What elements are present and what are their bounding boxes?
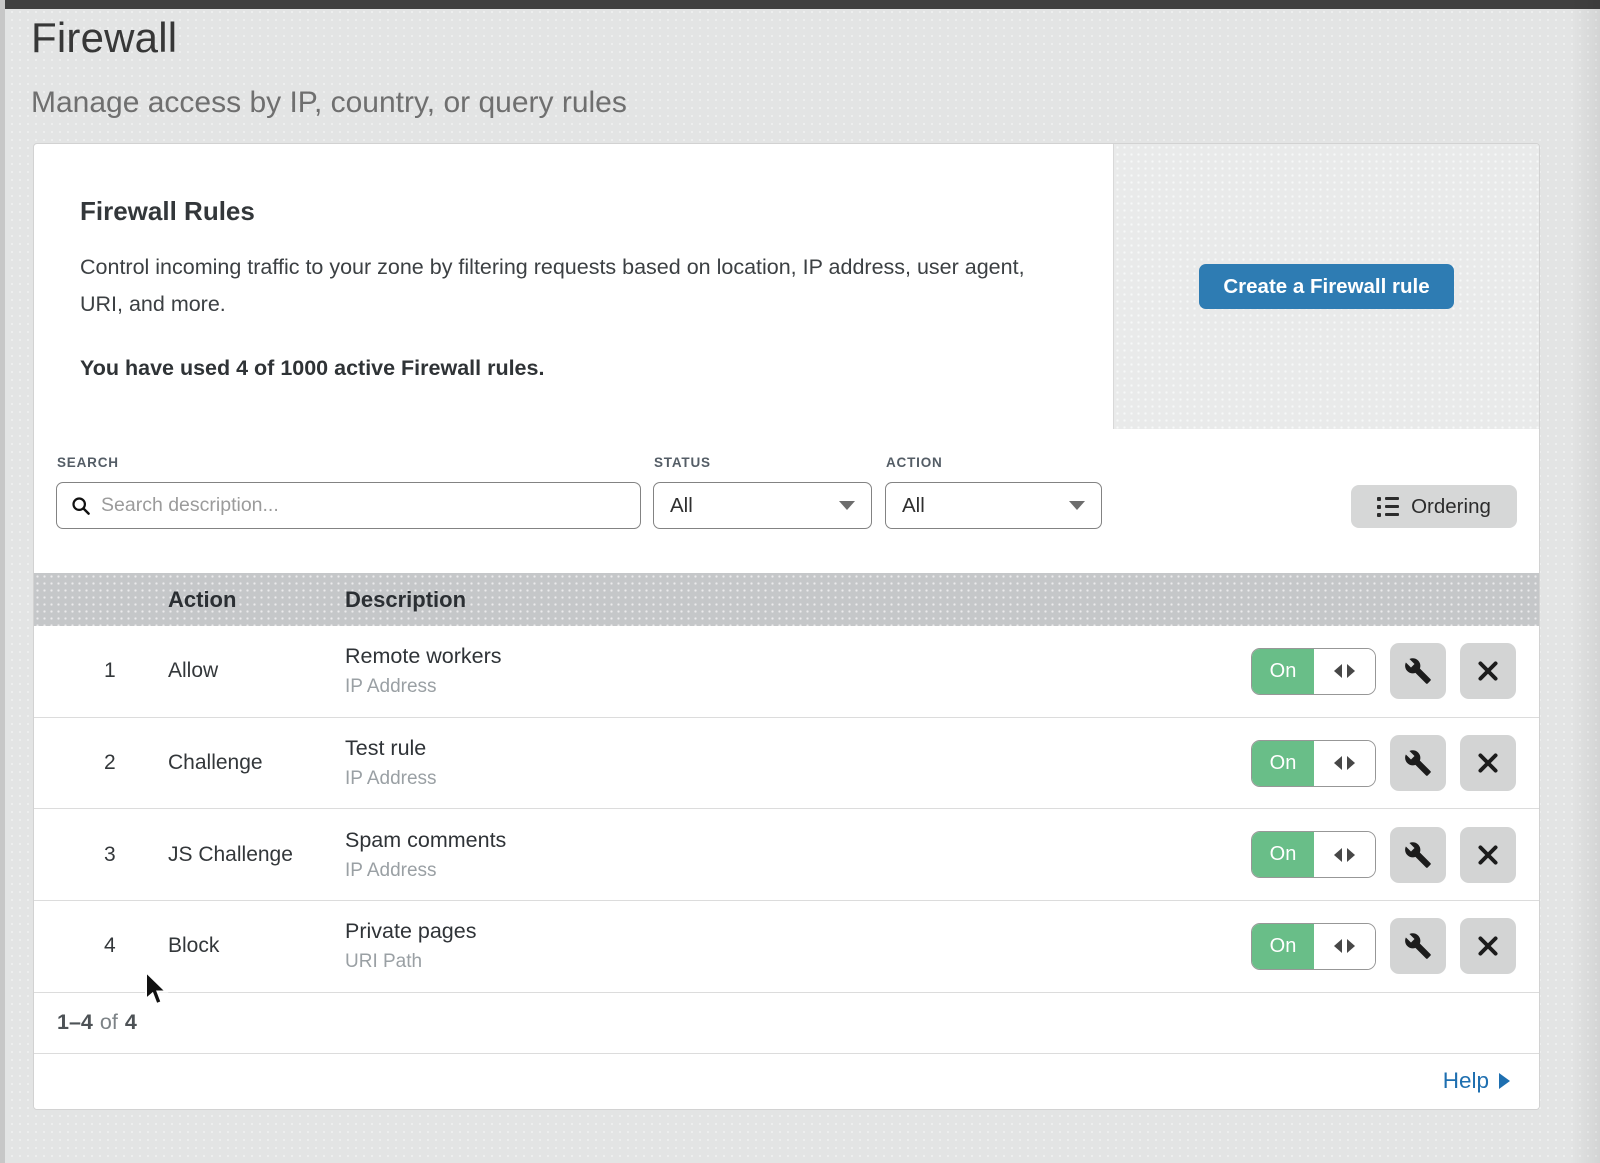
pagination-of-label: of — [100, 1010, 118, 1035]
search-box[interactable] — [56, 482, 641, 529]
delete-rule-button[interactable] — [1460, 735, 1516, 791]
rule-description: Test rule — [345, 736, 437, 761]
ordering-button-label: Ordering — [1411, 495, 1491, 519]
page-subtitle: Manage access by IP, country, or query r… — [31, 86, 627, 120]
intro-action-panel: Create a Firewall rule — [1113, 144, 1539, 429]
x-icon — [1475, 842, 1501, 868]
rule-action: JS Challenge — [168, 843, 293, 867]
wrench-icon — [1404, 841, 1432, 869]
window-left-edge — [0, 0, 5, 1163]
table-row: 3 JS Challenge Spam comments IP Address … — [34, 809, 1539, 901]
toggle-on-label: On — [1252, 741, 1314, 786]
intro-section: Firewall Rules Control incoming traffic … — [34, 144, 1539, 429]
toggle-handle-arrows-icon — [1314, 924, 1375, 969]
rule-match-type: IP Address — [345, 860, 506, 882]
rule-controls: On — [1251, 827, 1516, 883]
edit-rule-button[interactable] — [1390, 827, 1446, 883]
ordered-list-icon — [1377, 497, 1399, 517]
action-select-value: All — [902, 494, 925, 518]
rule-priority: 2 — [104, 751, 116, 775]
x-icon — [1475, 658, 1501, 684]
rule-action: Challenge — [168, 751, 263, 775]
wrench-icon — [1404, 932, 1432, 960]
delete-rule-button[interactable] — [1460, 643, 1516, 699]
section-description: Control incoming traffic to your zone by… — [80, 249, 1025, 323]
intro-text-panel: Firewall Rules Control incoming traffic … — [34, 144, 1113, 429]
rule-controls: On — [1251, 918, 1516, 974]
section-title: Firewall Rules — [80, 196, 1053, 227]
window-right-edge — [1570, 0, 1600, 1163]
status-select-value: All — [670, 494, 693, 518]
table-row: 4 Block Private pages URI Path On — [34, 901, 1539, 993]
toggle-on-label: On — [1252, 924, 1314, 969]
search-label: SEARCH — [57, 455, 119, 470]
ordering-button[interactable]: Ordering — [1351, 485, 1517, 528]
delete-rule-button[interactable] — [1460, 918, 1516, 974]
help-link[interactable]: Help — [1443, 1068, 1510, 1094]
column-header-action: Action — [168, 587, 236, 613]
rule-controls: On — [1251, 735, 1516, 791]
delete-rule-button[interactable] — [1460, 827, 1516, 883]
rule-priority: 1 — [104, 659, 116, 683]
page-title: Firewall — [31, 14, 627, 62]
right-triangle-icon — [1499, 1073, 1510, 1089]
table-row: 2 Challenge Test rule IP Address On — [34, 718, 1539, 810]
firewall-rules-card: Firewall Rules Control incoming traffic … — [33, 143, 1540, 1110]
status-label: STATUS — [654, 455, 711, 470]
column-header-description: Description — [345, 587, 466, 613]
chevron-down-icon — [1069, 501, 1085, 510]
rule-action: Block — [168, 934, 219, 958]
action-label: ACTION — [886, 455, 943, 470]
table-row: 1 Allow Remote workers IP Address On — [34, 626, 1539, 718]
rule-enabled-toggle[interactable]: On — [1251, 923, 1376, 970]
filters-bar: SEARCH STATUS All ACTION All — [34, 429, 1539, 573]
wrench-icon — [1404, 657, 1432, 685]
page-header: Firewall Manage access by IP, country, o… — [31, 14, 627, 120]
search-input[interactable] — [101, 494, 626, 517]
toggle-handle-arrows-icon — [1314, 832, 1375, 877]
toggle-on-label: On — [1252, 832, 1314, 877]
x-icon — [1475, 933, 1501, 959]
search-icon — [71, 496, 91, 516]
rule-action: Allow — [168, 659, 218, 683]
wrench-icon — [1404, 749, 1432, 777]
firewall-page: Firewall Manage access by IP, country, o… — [0, 0, 1600, 1163]
pagination-range: 1–4 — [57, 1010, 93, 1035]
rule-enabled-toggle[interactable]: On — [1251, 740, 1376, 787]
create-firewall-rule-button[interactable]: Create a Firewall rule — [1199, 264, 1453, 309]
pagination-bar: 1–4 of 4 — [34, 993, 1539, 1054]
rule-description: Private pages — [345, 919, 476, 944]
edit-rule-button[interactable] — [1390, 918, 1446, 974]
rule-description: Spam comments — [345, 828, 506, 853]
edit-rule-button[interactable] — [1390, 643, 1446, 699]
chevron-down-icon — [839, 501, 855, 510]
x-icon — [1475, 750, 1501, 776]
toggle-handle-arrows-icon — [1314, 649, 1375, 694]
usage-note: You have used 4 of 1000 active Firewall … — [80, 356, 1053, 381]
action-select[interactable]: All — [885, 482, 1102, 529]
rule-controls: On — [1251, 643, 1516, 699]
rule-priority: 4 — [104, 934, 116, 958]
rule-description: Remote workers — [345, 644, 502, 669]
window-top-edge — [0, 0, 1600, 9]
toggle-handle-arrows-icon — [1314, 741, 1375, 786]
rule-enabled-toggle[interactable]: On — [1251, 648, 1376, 695]
status-select[interactable]: All — [653, 482, 872, 529]
toggle-on-label: On — [1252, 649, 1314, 694]
help-link-label: Help — [1443, 1068, 1489, 1094]
rule-enabled-toggle[interactable]: On — [1251, 831, 1376, 878]
rule-priority: 3 — [104, 843, 116, 867]
rule-match-type: IP Address — [345, 768, 437, 790]
help-bar: Help — [34, 1054, 1539, 1109]
rule-match-type: URI Path — [345, 951, 476, 973]
rule-match-type: IP Address — [345, 676, 502, 698]
table-header: Action Description — [34, 573, 1539, 626]
edit-rule-button[interactable] — [1390, 735, 1446, 791]
pagination-total: 4 — [125, 1010, 137, 1035]
